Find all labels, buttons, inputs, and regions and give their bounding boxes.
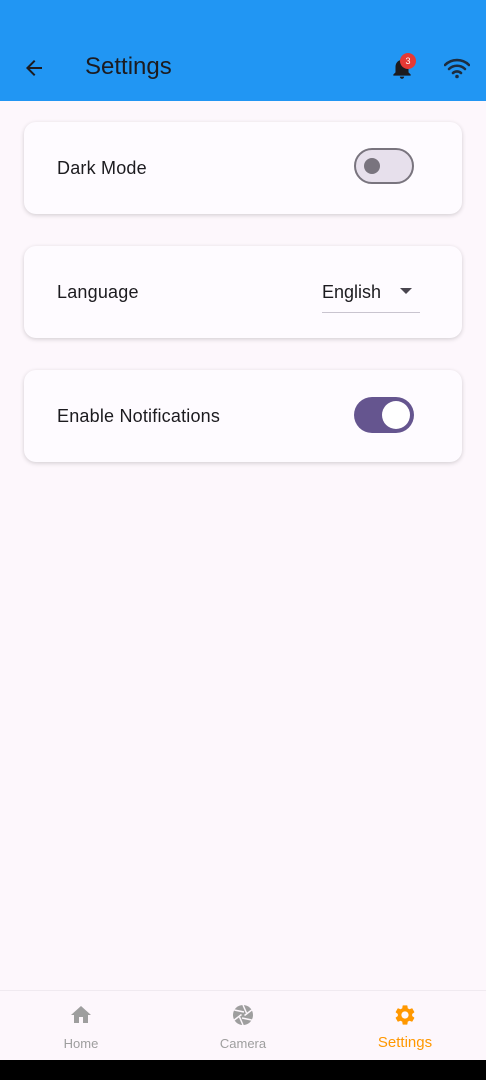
- dark-mode-card: Dark Mode: [24, 122, 462, 214]
- language-label: Language: [57, 281, 139, 302]
- language-card: Language English: [24, 246, 462, 338]
- page-title: Settings: [85, 53, 172, 80]
- dropdown-arrow-icon: [400, 288, 412, 294]
- dark-mode-label: Dark Mode: [57, 157, 147, 178]
- system-navigation-bar: [0, 1060, 486, 1080]
- gear-icon: [395, 1005, 415, 1025]
- switch-thumb: [382, 401, 410, 429]
- notifications-switch[interactable]: [354, 397, 414, 433]
- nav-camera-label: Camera: [219, 1036, 267, 1051]
- app-bar: Settings 3: [0, 0, 486, 101]
- home-icon: [71, 1006, 91, 1023]
- language-selected-value: English: [322, 282, 382, 302]
- arrow-back-icon: [26, 60, 42, 76]
- notifications-label: Enable Notifications: [57, 405, 221, 426]
- back-button[interactable]: [14, 49, 54, 87]
- language-dropdown[interactable]: English: [322, 276, 420, 313]
- bottom-navigation: Home Camera Settings: [0, 990, 486, 1061]
- nav-home[interactable]: Home: [0, 991, 162, 1061]
- nav-camera[interactable]: Camera: [162, 991, 324, 1061]
- nav-settings[interactable]: Settings: [324, 991, 486, 1061]
- switch-thumb: [364, 158, 380, 174]
- camera-aperture-icon: [233, 1004, 253, 1026]
- settings-screen: Settings 3 Dark Mode Language English En…: [0, 0, 486, 1080]
- nav-settings-label: Settings: [377, 1034, 433, 1051]
- nav-home-label: Home: [63, 1036, 99, 1051]
- dark-mode-switch[interactable]: [354, 148, 414, 184]
- notifications-card: Enable Notifications: [24, 370, 462, 462]
- wifi-button[interactable]: [440, 52, 474, 84]
- wifi-icon: [444, 58, 470, 79]
- notification-badge: 3: [400, 53, 416, 69]
